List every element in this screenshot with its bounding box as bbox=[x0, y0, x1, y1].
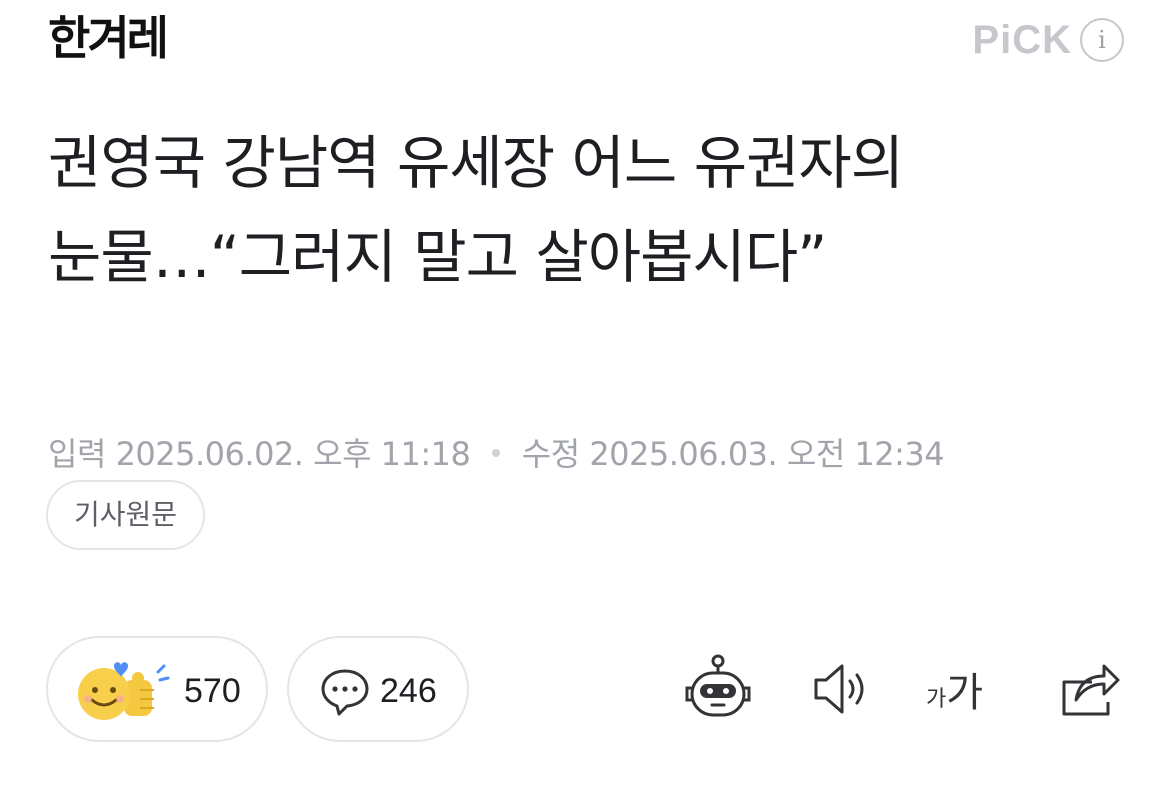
top-bar: 한겨레 PiCK i bbox=[0, 0, 1170, 90]
speech-bubble-icon bbox=[321, 669, 369, 716]
original-article-button[interactable]: 기사원문 bbox=[46, 480, 206, 550]
edit-label: 수정 bbox=[521, 435, 580, 473]
reaction-button[interactable]: 570 bbox=[46, 636, 268, 742]
edit-time: 2025.06.03. 오전 12:34 bbox=[589, 435, 945, 473]
input-label: 입력 bbox=[48, 435, 106, 473]
comment-button[interactable]: 246 bbox=[287, 636, 469, 742]
separator-dot bbox=[492, 449, 501, 457]
speaker-icon bbox=[814, 664, 864, 714]
font-size-small-label: 가 bbox=[926, 687, 947, 712]
article-headline: 권영국 강남역 유세장 어느 유권자의 눈물…“그러지 말고 살아봅시다” bbox=[48, 129, 904, 291]
comment-count: 246 bbox=[380, 672, 437, 710]
summary-bot-button[interactable] bbox=[682, 652, 754, 726]
reaction-count: 570 bbox=[184, 672, 241, 710]
summary-bot-icon bbox=[685, 654, 751, 717]
pick-badge: PiCK bbox=[972, 18, 1072, 62]
smiley-thumbs-up-icon bbox=[78, 662, 170, 720]
font-size-button[interactable]: 가가 bbox=[926, 660, 1002, 720]
dateline: 입력 2025.06.02. 오후 11:18 수정 2025.06.03. 오… bbox=[48, 432, 945, 476]
press-logo[interactable]: 한겨레 bbox=[48, 6, 169, 70]
share-button[interactable] bbox=[1052, 652, 1124, 726]
share-icon bbox=[1062, 664, 1120, 716]
input-time: 2025.06.02. 오후 11:18 bbox=[115, 435, 471, 473]
font-size-big-label: 가 bbox=[946, 670, 984, 716]
text-to-speech-button[interactable] bbox=[808, 652, 880, 726]
info-icon[interactable]: i bbox=[1080, 18, 1124, 62]
